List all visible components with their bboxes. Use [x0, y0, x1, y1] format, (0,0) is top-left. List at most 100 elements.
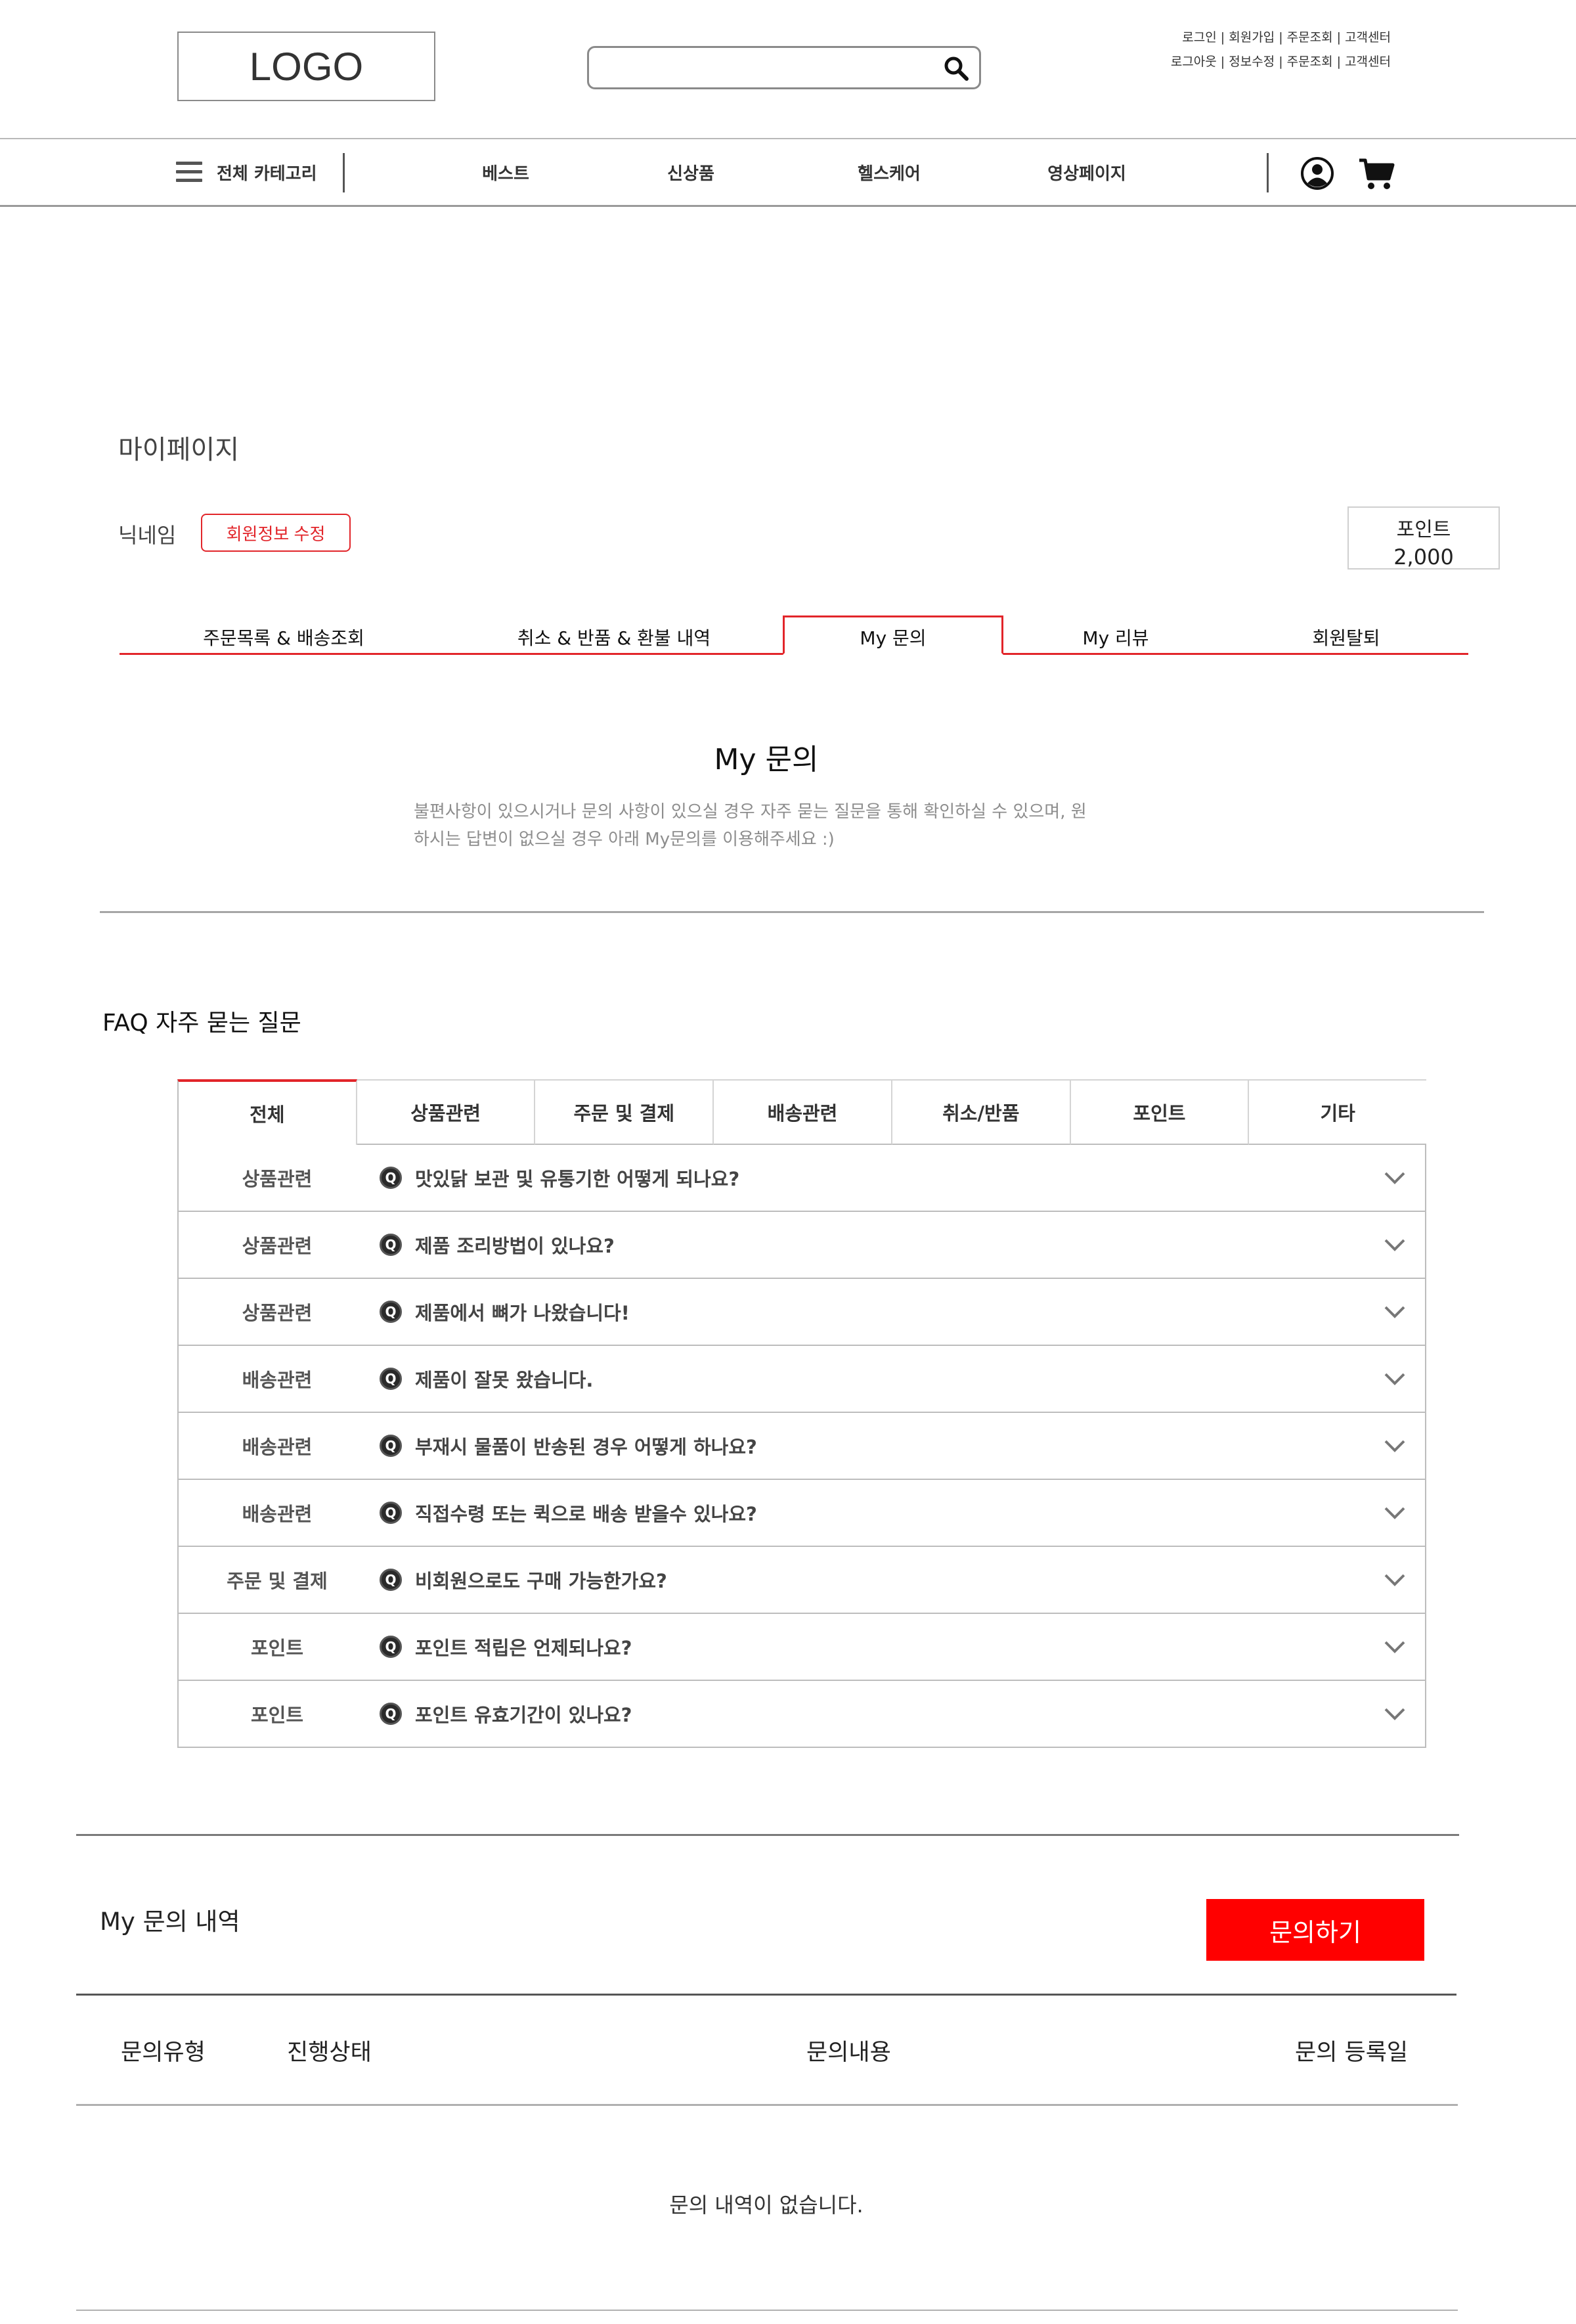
order-lookup-link[interactable]: 주문조회 [1287, 55, 1333, 69]
nav-item-video[interactable]: 영상페이지 [1047, 160, 1126, 185]
chevron-down-icon[interactable] [1383, 1639, 1407, 1655]
faq-item-category: 배송관련 [242, 1503, 313, 1525]
faq-tab-delivery[interactable]: 배송관련 [714, 1081, 892, 1145]
faq-tab-order-payment[interactable]: 주문 및 결제 [535, 1081, 714, 1145]
nav-divider [1267, 153, 1269, 192]
column-header-date: 문의 등록일 [1295, 2040, 1409, 2066]
faq-item-question: 포인트 적립은 언제되나요? [415, 1637, 632, 1659]
point-value: 2,000 [1393, 545, 1454, 570]
tab-orders[interactable]: 주문목록 & 배송조회 [203, 624, 364, 650]
question-icon: Q [380, 1301, 402, 1323]
util-separator: | [1220, 55, 1225, 69]
chevron-down-icon[interactable] [1383, 1706, 1407, 1722]
customer-center-link[interactable]: 고객센터 [1345, 55, 1391, 69]
faq-item-question: 제품 조리방법이 있나요? [415, 1235, 615, 1257]
section-description: 불편사항이 있으시거나 문의 사항이 있으실 경우 자주 묻는 질문을 통해 확… [414, 798, 1129, 853]
faq-item[interactable]: 상품관련 Q 맛있닭 보관 및 유통기한 어떻게 되나요? [179, 1145, 1425, 1212]
faq-tab-point[interactable]: 포인트 [1070, 1081, 1250, 1145]
column-header-content: 문의내용 [806, 2040, 891, 2066]
tab-my-review[interactable]: My 리뷰 [1082, 624, 1149, 650]
chevron-down-icon[interactable] [1383, 1438, 1407, 1454]
util-separator: | [1336, 55, 1342, 69]
faq-item[interactable]: 주문 및 결제 Q 비회원으로도 구매 가능한가요? [179, 1547, 1425, 1614]
chevron-down-icon[interactable] [1383, 1572, 1407, 1588]
column-header-status: 진행상태 [287, 2040, 372, 2066]
faq-item-category: 배송관련 [242, 1436, 313, 1458]
search-input[interactable] [600, 52, 917, 85]
faq-item[interactable]: 배송관련 Q 제품이 잘못 왔습니다. [179, 1346, 1425, 1413]
order-lookup-link[interactable]: 주문조회 [1287, 30, 1333, 45]
chevron-down-icon[interactable] [1383, 1237, 1407, 1253]
all-category-button[interactable]: 전체 카테고리 [217, 160, 317, 185]
logout-link[interactable]: 로그아웃 [1171, 55, 1217, 69]
faq-tabs: 전체 상품관련 주문 및 결제 배송관련 취소/반품 포인트 기타 [177, 1079, 1427, 1145]
faq-title: FAQ 자주 묻는 질문 [102, 1010, 301, 1037]
tab-withdraw[interactable]: 회원탈퇴 [1312, 624, 1380, 650]
logo[interactable]: LOGO [177, 32, 435, 101]
table-top-border [76, 1994, 1456, 1996]
question-icon: Q [380, 1234, 402, 1256]
chevron-down-icon[interactable] [1383, 1304, 1407, 1320]
faq-item-category: 주문 및 결제 [227, 1570, 328, 1592]
tab-my-inquiry[interactable]: My 문의 [860, 624, 926, 650]
section-divider [76, 1834, 1459, 1836]
util-separator: | [1220, 30, 1225, 45]
faq-item[interactable]: 포인트 Q 포인트 유효기간이 있나요? [179, 1681, 1425, 1748]
chevron-down-icon[interactable] [1383, 1170, 1407, 1186]
faq-item-question: 부재시 물품이 반송된 경우 어떻게 하나요? [415, 1436, 757, 1458]
faq-tab-cancel-return[interactable]: 취소/반품 [892, 1081, 1071, 1145]
faq-item[interactable]: 배송관련 Q 직접수령 또는 퀵으로 배송 받을수 있나요? [179, 1480, 1425, 1547]
nav-item-healthcare[interactable]: 헬스케어 [858, 160, 921, 185]
table-bottom-border [76, 2310, 1458, 2311]
faq-item[interactable]: 포인트 Q 포인트 적립은 언제되나요? [179, 1614, 1425, 1681]
faq-tab-etc[interactable]: 기타 [1249, 1081, 1427, 1145]
faq-list: 상품관련 Q 맛있닭 보관 및 유통기한 어떻게 되나요? 상품관련 Q 제품 … [177, 1145, 1426, 1748]
nav-item-new[interactable]: 신상품 [667, 160, 714, 185]
page-title: 마이페이지 [118, 435, 239, 465]
question-icon: Q [380, 1569, 402, 1591]
util-separator: | [1336, 30, 1342, 45]
faq-item-category: 포인트 [250, 1704, 304, 1726]
search-bar [587, 46, 981, 89]
login-link[interactable]: 로그인 [1182, 30, 1216, 45]
user-icon[interactable] [1300, 156, 1334, 190]
section-title: My 문의 [714, 743, 819, 776]
faq-panel: 전체 상품관련 주문 및 결제 배송관련 취소/반품 포인트 기타 상품관련 Q… [177, 1079, 1427, 1751]
faq-item-question: 맛있닭 보관 및 유통기한 어떻게 되나요? [415, 1168, 740, 1190]
faq-tab-all[interactable]: 전체 [177, 1079, 357, 1145]
faq-item[interactable]: 상품관련 Q 제품 조리방법이 있나요? [179, 1212, 1425, 1279]
nav-bottom-divider [0, 205, 1576, 207]
chevron-down-icon[interactable] [1383, 1371, 1407, 1387]
table-header-border [76, 2104, 1458, 2106]
faq-item-category: 배송관련 [242, 1369, 313, 1391]
point-box: 포인트 2,000 [1347, 506, 1500, 570]
util-links-top: 로그인 | 회원가입 | 주문조회 | 고객센터 [931, 28, 1391, 45]
cart-icon[interactable] [1358, 158, 1395, 190]
write-inquiry-button[interactable]: 문의하기 [1206, 1899, 1424, 1961]
faq-item-question: 제품이 잘못 왔습니다. [415, 1369, 594, 1391]
faq-item-question: 직접수령 또는 퀵으로 배송 받을수 있나요? [415, 1503, 757, 1525]
faq-item-category: 상품관련 [242, 1235, 313, 1257]
faq-item[interactable]: 상품관련 Q 제품에서 뼈가 나왔습니다! [179, 1279, 1425, 1346]
column-header-type: 문의유형 [121, 2040, 206, 2066]
util-separator: | [1279, 55, 1283, 69]
signup-link[interactable]: 회원가입 [1229, 30, 1275, 45]
nav-top-divider [0, 138, 1576, 139]
question-icon: Q [380, 1636, 402, 1658]
nav-divider [343, 153, 345, 192]
question-icon: Q [380, 1703, 402, 1725]
description-line: 불편사항이 있으시거나 문의 사항이 있으실 경우 자주 묻는 질문을 통해 확… [414, 802, 1087, 822]
faq-item-category: 상품관련 [242, 1168, 313, 1190]
edit-profile-button[interactable]: 회원정보 수정 [201, 514, 351, 552]
faq-item[interactable]: 배송관련 Q 부재시 물품이 반송된 경우 어떻게 하나요? [179, 1413, 1425, 1480]
nav-item-best[interactable]: 베스트 [482, 160, 529, 185]
util-links-bottom: 로그아웃 | 정보수정 | 주문조회 | 고객센터 [931, 52, 1391, 70]
tab-cancel-return[interactable]: 취소 & 반품 & 환불 내역 [517, 624, 711, 650]
customer-center-link[interactable]: 고객센터 [1345, 30, 1391, 45]
edit-info-link[interactable]: 정보수정 [1229, 55, 1275, 69]
menu-icon[interactable] [176, 162, 202, 185]
chevron-down-icon[interactable] [1383, 1505, 1407, 1521]
faq-tab-product[interactable]: 상품관련 [357, 1081, 536, 1145]
question-icon: Q [380, 1502, 402, 1524]
util-separator: | [1279, 30, 1283, 45]
